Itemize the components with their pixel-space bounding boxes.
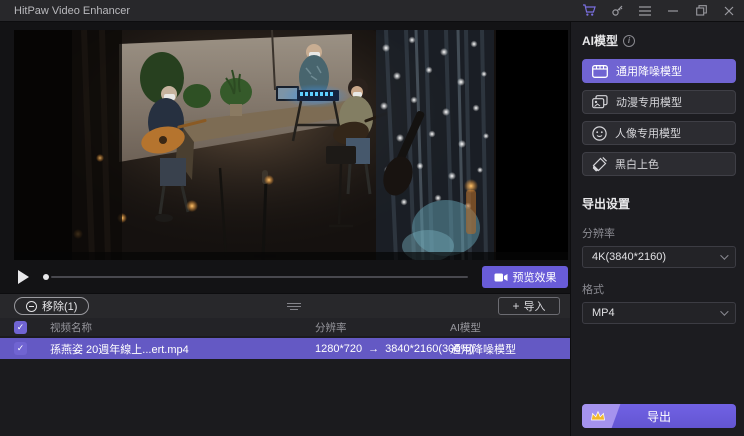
model-colorize-label: 黑白上色 <box>615 156 659 172</box>
info-icon[interactable]: i <box>623 35 635 47</box>
content: 预览效果 移除(1) + 导入 ✓ <box>0 22 744 436</box>
chevron-down-icon <box>720 307 728 315</box>
video-frame <box>14 30 568 260</box>
import-button[interactable]: + 导入 <box>498 297 560 315</box>
minimize-icon[interactable] <box>666 4 680 18</box>
format-label: 格式 <box>582 281 735 297</box>
chevron-down-icon <box>720 251 728 259</box>
export-label: 导出 <box>647 408 671 425</box>
resolution-value: 4K(3840*2160) <box>592 251 666 263</box>
export-button[interactable]: 导出 <box>582 404 736 428</box>
film-frame-icon <box>592 65 608 78</box>
face-icon <box>592 126 607 141</box>
titlebar: HitPaw Video Enhancer <box>0 0 744 22</box>
export-settings-header: 导出设置 <box>582 195 735 212</box>
file-panel: 移除(1) + 导入 ✓ 视频名称 分辨率 AI模型 ✓ 孫燕姿 2 <box>0 293 570 436</box>
row-video-name: 孫燕姿 20週年線上...ert.mp4 <box>50 341 315 357</box>
seek-thumb[interactable] <box>43 274 49 280</box>
anime-frames-icon <box>592 95 608 109</box>
remove-label: 移除(1) <box>42 298 77 314</box>
model-portrait-button[interactable]: 人像专用模型 <box>582 121 736 145</box>
format-value: MP4 <box>592 307 615 319</box>
resolution-from: 1280*720 <box>315 343 362 355</box>
preview-effect-label: 预览效果 <box>513 269 557 285</box>
titlebar-icons <box>582 4 736 18</box>
model-general-denoise-label: 通用降噪模型 <box>616 63 682 79</box>
ai-model-header: AI模型 i <box>582 32 735 49</box>
column-video-name: 视频名称 <box>50 320 315 335</box>
table-header: ✓ 视频名称 分辨率 AI模型 <box>0 318 570 336</box>
remove-button[interactable]: 移除(1) <box>14 297 89 315</box>
crown-icon <box>590 410 606 422</box>
sidebar: AI模型 i 通用降噪模型 动漫专用模型 人像专用模型 黑白上色 导出设置 分辨… <box>570 22 744 436</box>
row-resolution: 1280*720 → 3840*2160(300%) <box>315 343 450 355</box>
seek-track[interactable] <box>51 276 468 278</box>
row-checkbox[interactable]: ✓ <box>14 342 27 355</box>
arrow-icon: → <box>368 343 379 355</box>
panel-collapse-handle[interactable] <box>267 300 321 313</box>
camcorder-icon <box>494 272 508 283</box>
format-dropdown[interactable]: MP4 <box>582 302 736 324</box>
preview-effect-button[interactable]: 预览效果 <box>482 266 568 288</box>
import-label: 导入 <box>523 298 545 314</box>
player-area: 预览效果 移除(1) + 导入 ✓ <box>0 22 570 436</box>
model-anime-label: 动漫专用模型 <box>616 94 682 110</box>
app-title: HitPaw Video Enhancer <box>14 5 130 17</box>
player-controls: 预览效果 <box>14 262 568 292</box>
row-ai-model: 通用降噪模型 <box>450 341 570 357</box>
minus-circle-icon <box>26 301 37 312</box>
menu-icon[interactable] <box>638 4 652 18</box>
cart-icon[interactable] <box>582 4 596 18</box>
video-scene <box>14 30 568 260</box>
crown-badge <box>582 404 620 428</box>
app-window: HitPaw Video Enhancer <box>0 0 744 436</box>
model-anime-button[interactable]: 动漫专用模型 <box>582 90 736 114</box>
resolution-label: 分辨率 <box>582 225 735 241</box>
model-portrait-label: 人像专用模型 <box>615 125 681 141</box>
restore-icon[interactable] <box>694 4 708 18</box>
play-button[interactable] <box>18 270 29 284</box>
plus-icon: + <box>512 300 519 312</box>
model-general-denoise-button[interactable]: 通用降噪模型 <box>582 59 736 83</box>
model-colorize-button[interactable]: 黑白上色 <box>582 152 736 176</box>
seek-bar[interactable] <box>43 270 468 284</box>
column-ai-model: AI模型 <box>450 320 570 335</box>
file-toolbar: 移除(1) + 导入 <box>0 294 570 318</box>
key-icon[interactable] <box>610 4 624 18</box>
colorize-brush-icon <box>592 157 607 172</box>
select-all-checkbox[interactable]: ✓ <box>14 321 27 334</box>
column-resolution: 分辨率 <box>315 320 450 335</box>
resolution-dropdown[interactable]: 4K(3840*2160) <box>582 246 736 268</box>
close-icon[interactable] <box>722 4 736 18</box>
ai-model-title: AI模型 <box>582 32 618 49</box>
table-row[interactable]: ✓ 孫燕姿 20週年線上...ert.mp4 1280*720 → 3840*2… <box>0 338 570 359</box>
